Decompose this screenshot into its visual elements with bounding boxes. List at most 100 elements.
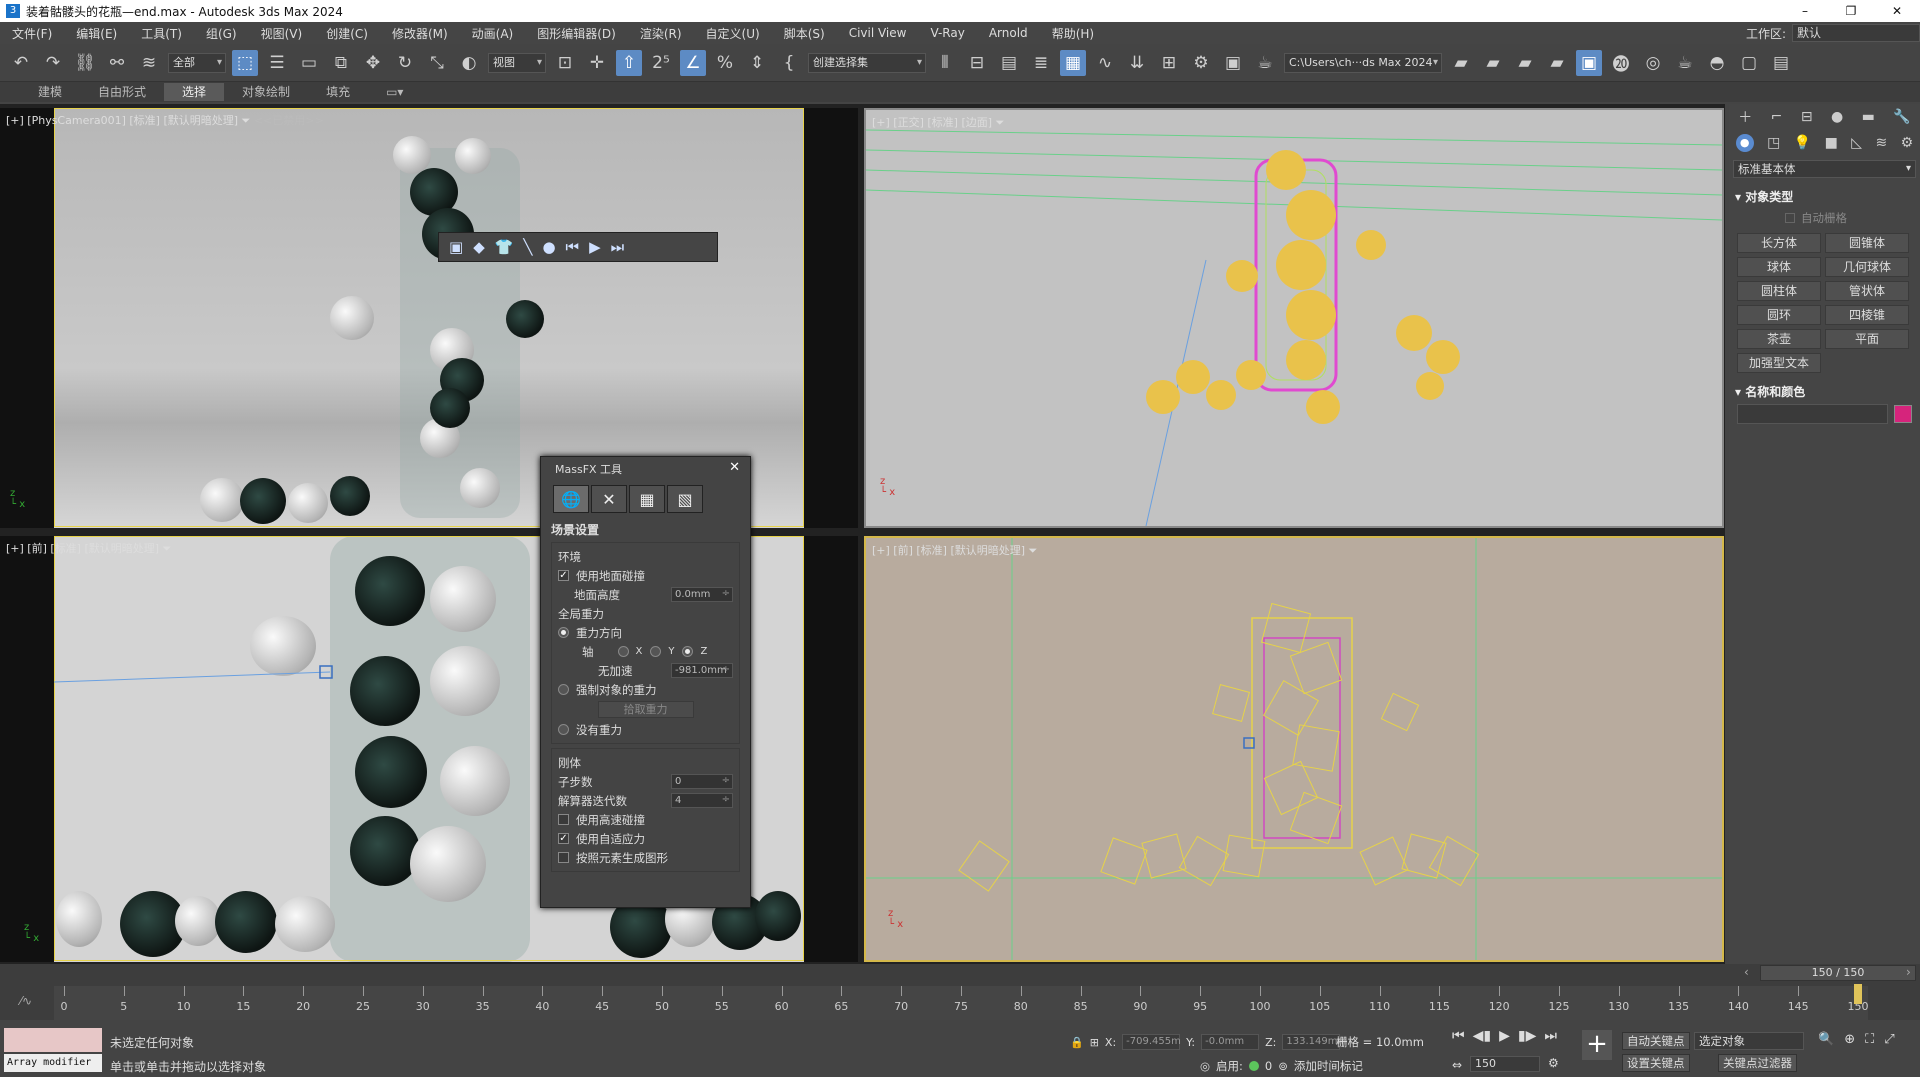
maxscript-mini-input[interactable]: Array modifier <box>4 1054 102 1072</box>
axis-z-radio[interactable] <box>682 646 694 657</box>
pyramid-button[interactable]: 四棱锥 <box>1825 305 1909 325</box>
object-name-input[interactable] <box>1737 404 1888 424</box>
schematic-view-icon[interactable]: ⇊ <box>1124 50 1150 76</box>
world-params-tab-icon[interactable]: 🌐 <box>553 485 589 513</box>
vray-toolbar-icon-1[interactable]: ▰ <box>1448 50 1474 76</box>
pivot-icon[interactable]: ⊡ <box>552 50 578 76</box>
teapot-button[interactable]: 茶壶 <box>1737 329 1821 349</box>
vray-20-icon[interactable]: ⓴ <box>1608 50 1634 76</box>
axis-y-radio[interactable] <box>650 646 662 657</box>
angle-snap-icon[interactable]: ∠ <box>680 49 706 76</box>
prev-frame-icon[interactable]: ◀▮ <box>1473 1028 1491 1044</box>
redo-icon[interactable]: ↷ <box>40 50 66 76</box>
viewport-camera-label-text[interactable]: [+] [PhysCamera001] [标准] [默认明暗处理] <box>6 114 238 127</box>
scene-settings-header[interactable]: 场景设置 <box>551 523 599 537</box>
place-icon[interactable]: ◐ <box>456 50 482 76</box>
maxscript-listener[interactable] <box>4 1028 102 1052</box>
zoom-extents-icon[interactable]: ⛶ <box>1865 1032 1874 1047</box>
pick-gravity-button[interactable]: 拾取重力 <box>597 701 694 718</box>
gravity-direction-radio[interactable] <box>558 627 569 638</box>
percent-snap-icon[interactable]: % <box>712 50 738 76</box>
filter-icon[interactable]: ⏷ <box>242 114 254 127</box>
ribbon-toggle-icon[interactable]: ▦ <box>1060 49 1086 76</box>
arnold-icon[interactable]: ◓ <box>1704 50 1730 76</box>
ribbon-tab-populate[interactable]: 填充 <box>308 83 368 101</box>
cylinder-button[interactable]: 圆柱体 <box>1737 281 1821 301</box>
select-by-name-icon[interactable]: ☰ <box>264 50 290 76</box>
filter-icon[interactable]: ⏷ <box>163 542 172 555</box>
render-window-icon[interactable]: ▢ <box>1736 50 1762 76</box>
material-editor-icon[interactable]: ⊞ <box>1156 50 1182 76</box>
textplus-button[interactable]: 加强型文本 <box>1737 353 1821 373</box>
massfx-rigidbody-icon[interactable]: ◆ <box>473 238 485 256</box>
bind-spacewarp-icon[interactable]: ≋ <box>136 50 162 76</box>
undo-icon[interactable]: ↶ <box>8 50 34 76</box>
by-element-checkbox[interactable] <box>558 852 569 863</box>
massfx-ragdoll-icon[interactable]: ● <box>542 238 555 256</box>
geometry-icon[interactable]: ● <box>1735 134 1754 152</box>
display-options-tab-icon[interactable]: ▧ <box>667 485 703 513</box>
viewport-front-label-text[interactable]: [+] [前] [标准] [默认明暗处理] <box>6 542 159 555</box>
select-object-icon[interactable]: ⬚ <box>232 49 258 76</box>
ribbon-options-icon[interactable]: ▭▾ <box>368 83 421 101</box>
ribbon-tab-modeling[interactable]: 建模 <box>20 83 80 101</box>
scene-explorer-icon[interactable]: ▤ <box>996 50 1022 76</box>
render-setup-icon[interactable]: ⚙ <box>1188 50 1214 76</box>
toolbar-more-icon[interactable]: ▤ <box>1768 50 1794 76</box>
play-icon[interactable]: ▶ <box>1499 1028 1510 1044</box>
menu-vray[interactable]: V-Ray <box>918 26 976 40</box>
multi-object-editor-tab-icon[interactable]: ▦ <box>629 485 665 513</box>
menu-help[interactable]: 帮助(H) <box>1040 25 1106 42</box>
layer-explorer-icon[interactable]: ≣ <box>1028 50 1054 76</box>
spinner-snap-icon[interactable]: ⇕ <box>744 50 770 76</box>
time-slider-next-icon[interactable]: › <box>1906 965 1911 979</box>
ref-coord-dropdown[interactable]: 视图 <box>488 52 546 73</box>
move-icon[interactable]: ✥ <box>360 50 386 76</box>
render-production-icon[interactable]: ☕ <box>1252 50 1278 76</box>
teapot-icon[interactable]: ☕ <box>1672 50 1698 76</box>
rotate-icon[interactable]: ↻ <box>392 50 418 76</box>
object-color-swatch[interactable] <box>1894 405 1912 423</box>
menu-group[interactable]: 组(G) <box>194 25 249 42</box>
zoom-all-icon[interactable]: ⊕ <box>1844 1032 1855 1047</box>
menu-graph-editors[interactable]: 图形编辑器(D) <box>525 25 628 42</box>
use-ground-checkbox[interactable]: ✓ <box>558 570 569 581</box>
y-coord-field[interactable]: -0.0mm <box>1201 1034 1260 1050</box>
curve-toggle-icon[interactable]: ⁄∿ <box>20 994 32 1008</box>
filter-icon[interactable]: ⏷ <box>996 116 1005 129</box>
menu-scripting[interactable]: 脚本(S) <box>772 25 837 42</box>
substeps-spinner[interactable]: 0 <box>671 774 733 789</box>
enable-indicator-icon[interactable] <box>1248 1061 1259 1071</box>
ribbon-tab-freeform[interactable]: 自由形式 <box>80 83 164 101</box>
menu-edit[interactable]: 编辑(E) <box>64 25 129 42</box>
snap-toggle-icon[interactable]: 2⁵ <box>648 50 674 76</box>
modify-tab-icon[interactable]: ⌐ <box>1771 109 1783 125</box>
zoom-icon[interactable]: 🔍 <box>1818 1032 1834 1047</box>
massfx-reset-icon[interactable]: ⏮ <box>566 238 580 256</box>
menu-create[interactable]: 创建(C) <box>314 25 380 42</box>
lock-icon[interactable]: 🔒 <box>1070 1036 1084 1049</box>
select-manipulate-icon[interactable]: ✛ <box>584 50 610 76</box>
time-tag-icon[interactable]: ⊚ <box>1278 1059 1288 1073</box>
massfx-constraint-icon[interactable]: ╲ <box>523 238 532 256</box>
menu-animation[interactable]: 动画(A) <box>460 25 526 42</box>
time-config-icon[interactable]: ⚙ <box>1548 1056 1559 1070</box>
timeline-ruler[interactable]: 0 5 10 15 20 25 30 35 40 45 50 55 60 65 70 75 80 85 90 95 10… <box>54 984 1869 1020</box>
vray-sphere-icon[interactable]: ◎ <box>1640 50 1666 76</box>
menu-file[interactable]: 文件(F) <box>0 25 64 42</box>
selection-filter-dropdown[interactable]: 全部 <box>168 52 226 73</box>
x-coord-field[interactable]: -709.455m <box>1122 1034 1181 1050</box>
systems-icon[interactable]: ⚙ <box>1901 135 1914 151</box>
minimize-button[interactable]: – <box>1782 0 1828 22</box>
close-button[interactable]: ✕ <box>1874 0 1920 22</box>
workspace-dropdown[interactable]: 默认 <box>1792 24 1920 42</box>
menu-arnold[interactable]: Arnold <box>977 26 1040 40</box>
goto-end-icon[interactable]: ⏭ <box>1544 1028 1557 1044</box>
hierarchy-tab-icon[interactable]: ⊟ <box>1801 109 1813 125</box>
named-selection-dropdown[interactable]: 创建选择集 <box>808 52 926 73</box>
next-frame-icon[interactable]: ▮▶ <box>1518 1028 1536 1044</box>
goto-start-icon[interactable]: ⏮ <box>1452 1028 1465 1044</box>
z-coord-field[interactable]: 133.149mm <box>1282 1034 1347 1050</box>
menu-views[interactable]: 视图(V) <box>249 25 315 42</box>
time-slider[interactable]: 150 / 150 <box>1760 965 1916 981</box>
